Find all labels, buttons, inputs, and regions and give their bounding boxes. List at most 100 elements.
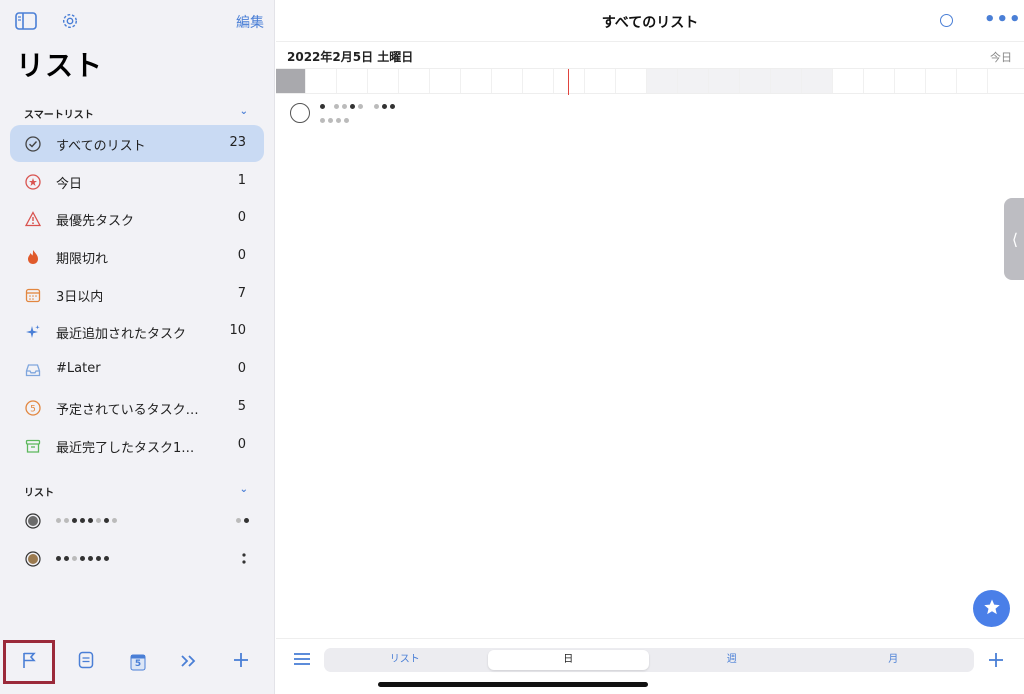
today-button[interactable]: 今日	[990, 49, 1012, 65]
side-panel-handle[interactable]: ⟨	[1004, 198, 1024, 280]
timeline-cell	[771, 69, 802, 93]
sidebar-item-overdue[interactable]: 期限切れ 0	[10, 238, 264, 275]
chevron-left-icon: ⟨	[1011, 229, 1019, 249]
svg-text:5: 5	[30, 405, 36, 415]
sidebar-item-recently-added[interactable]: 最近追加されたタスク 10	[10, 313, 264, 350]
date-header: 2022年2月5日 土曜日 今日	[276, 46, 1024, 68]
plus-icon	[233, 652, 249, 672]
sidebar-item-three-days[interactable]: 3日以内 7	[10, 276, 264, 313]
sidebar-item-today[interactable]: 今日 1	[10, 163, 264, 200]
timeline-cell	[585, 69, 616, 93]
home-indicator[interactable]	[378, 682, 648, 687]
obscured-count	[236, 516, 249, 524]
sidebar-item-recently-completed[interactable]: 最近完了したタスク1… 0	[10, 427, 264, 464]
main-panel: すべてのリスト ••• 2022年2月5日 土曜日 今日 ⟨ リスト 日 週 月	[276, 0, 1024, 694]
item-count: 10	[229, 323, 246, 338]
more-icon[interactable]: •••	[984, 9, 1022, 30]
drag-handle-icon[interactable]	[242, 551, 246, 567]
gear-icon[interactable]	[58, 10, 82, 32]
sidebar-item-user-list[interactable]	[10, 502, 264, 539]
flag-button[interactable]	[3, 640, 55, 684]
note-button[interactable]	[60, 640, 112, 684]
sidebar-item-label: 最近完了したタスク1…	[56, 441, 195, 456]
view-switch-bar: リスト 日 週 月	[276, 638, 1024, 680]
nav-bar: すべてのリスト •••	[276, 0, 1024, 42]
timeline-cell	[864, 69, 895, 93]
add-task-button[interactable]	[986, 646, 1006, 674]
scheduled-circle-icon: 5	[24, 399, 42, 417]
plus-icon	[989, 653, 1003, 667]
smart-lists-header[interactable]: スマートリスト ⌄	[24, 106, 248, 122]
list-color-dot-icon	[24, 550, 42, 568]
timeline-cell	[957, 69, 988, 93]
timeline-cell	[368, 69, 399, 93]
add-list-button[interactable]	[215, 640, 267, 684]
item-count: 0	[237, 437, 246, 452]
sidebar-item-label: 3日以内	[56, 290, 104, 305]
chevrons-right-icon	[180, 653, 198, 672]
timeline-cell	[306, 69, 337, 93]
star-circle-icon	[24, 173, 42, 191]
item-count: 5	[237, 399, 246, 414]
expand-button[interactable]	[163, 640, 215, 684]
sidebar-item-later[interactable]: #Later 0	[10, 351, 264, 388]
sidebar-item-label: 予定されているタスク…	[56, 403, 199, 418]
calendar-5-icon: 5	[130, 653, 146, 671]
obscured-list-name	[56, 554, 109, 562]
calendar-button[interactable]: 5	[112, 640, 164, 684]
sidebar-item-all-lists[interactable]: すべてのリスト 23	[10, 125, 264, 162]
obscured-task-title	[320, 102, 395, 110]
flag-icon	[21, 651, 37, 673]
timeline-cell	[895, 69, 926, 93]
tab-day[interactable]: 日	[487, 650, 649, 670]
inbox-icon	[24, 361, 42, 379]
tab-list[interactable]: リスト	[324, 648, 486, 672]
obscured-list-name	[56, 516, 117, 524]
sidebar-item-label: 今日	[56, 177, 83, 192]
menu-icon[interactable]	[292, 649, 312, 669]
sidebar-toggle-icon[interactable]	[14, 10, 38, 32]
main-title: すべてのリスト	[601, 15, 699, 31]
chevron-down-icon[interactable]: ⌄	[240, 484, 248, 495]
timeline-cell	[276, 69, 306, 93]
chevron-down-icon[interactable]: ⌄	[240, 106, 248, 117]
sidebar-item-scheduled[interactable]: 5 予定されているタスク… 5	[10, 389, 264, 426]
item-count: 0	[237, 248, 246, 263]
timeline-cell	[802, 69, 833, 93]
sidebar-item-label: 最近追加されたタスク	[56, 327, 187, 342]
edit-button[interactable]: 編集	[236, 12, 264, 32]
timeline-cell	[461, 69, 492, 93]
sidebar: 編集 リスト スマートリスト ⌄ すべてのリスト 23 今日 1 最優先タスク …	[0, 0, 275, 694]
obscured-task-subtitle	[320, 116, 349, 124]
timeline-cell	[492, 69, 523, 93]
day-timeline[interactable]	[276, 68, 1024, 95]
sidebar-item-label: 最優先タスク	[56, 214, 135, 229]
calendar-icon	[24, 286, 42, 304]
circle-icon[interactable]	[940, 14, 953, 27]
item-count: 7	[237, 286, 246, 301]
task-checkbox[interactable]	[290, 103, 310, 123]
item-count: 1	[237, 173, 246, 188]
timeline-cell	[988, 69, 1018, 93]
sidebar-toolbar: 編集	[14, 10, 264, 32]
favorite-button[interactable]	[973, 590, 1010, 627]
timeline-cell	[399, 69, 430, 93]
archive-icon	[24, 437, 42, 455]
note-icon	[78, 651, 94, 673]
section-label: スマートリスト	[24, 110, 94, 121]
sidebar-item-user-list[interactable]	[10, 540, 264, 577]
item-count: 0	[237, 210, 246, 225]
lists-header[interactable]: リスト ⌄	[24, 484, 248, 500]
timeline-cell	[926, 69, 957, 93]
tab-week[interactable]: 週	[651, 648, 813, 672]
timeline-cell	[523, 69, 554, 93]
timeline-cell	[616, 69, 647, 93]
timeline-cell	[833, 69, 864, 93]
timeline-cell	[740, 69, 771, 93]
view-segmented-control: リスト 日 週 月	[324, 648, 974, 672]
star-icon	[983, 598, 1001, 620]
tab-month[interactable]: 月	[813, 648, 975, 672]
timeline-cell	[647, 69, 678, 93]
current-date: 2022年2月5日 土曜日	[287, 50, 414, 64]
sidebar-item-priority[interactable]: 最優先タスク 0	[10, 200, 264, 237]
